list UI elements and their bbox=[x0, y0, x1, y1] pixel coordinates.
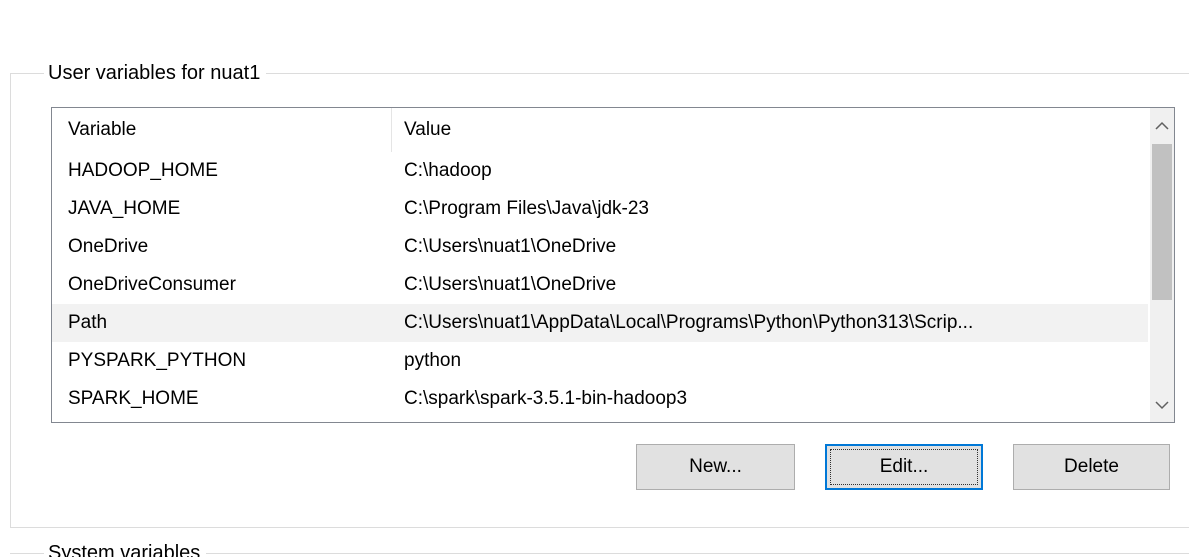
list-row-hadoop-home[interactable]: HADOOP_HOME C:\hadoop bbox=[52, 152, 1148, 190]
list-row-spark-home[interactable]: SPARK_HOME C:\spark\spark-3.5.1-bin-hado… bbox=[52, 380, 1148, 418]
row-variable: SPARK_HOME bbox=[68, 388, 199, 409]
chevron-up-icon[interactable] bbox=[1150, 110, 1174, 140]
row-variable: PYSPARK_PYTHON bbox=[68, 350, 247, 371]
list-rows: HADOOP_HOME C:\hadoop JAVA_HOME C:\Progr… bbox=[52, 152, 1150, 418]
user-variables-title: User variables for nuat1 bbox=[44, 60, 267, 86]
list-row-onedrive[interactable]: OneDrive C:\Users\nuat1\OneDrive bbox=[52, 228, 1148, 266]
environment-variables-dialog: User variables for nuat1 Variable Value … bbox=[0, 0, 1189, 557]
new-button[interactable]: New... bbox=[636, 444, 795, 490]
row-variable: Path bbox=[68, 312, 108, 333]
row-value: C:\hadoop bbox=[404, 160, 492, 181]
list-row-java-home[interactable]: JAVA_HOME C:\Program Files\Java\jdk-23 bbox=[52, 190, 1148, 228]
scrollbar-thumb[interactable] bbox=[1152, 144, 1172, 300]
column-header-value[interactable]: Value bbox=[392, 108, 1150, 152]
list-row-path[interactable]: Path C:\Users\nuat1\AppData\Local\Progra… bbox=[52, 304, 1148, 342]
delete-button[interactable]: Delete bbox=[1013, 444, 1170, 490]
row-variable: JAVA_HOME bbox=[68, 198, 181, 219]
row-value: C:\Program Files\Java\jdk-23 bbox=[404, 198, 649, 219]
focus-ring bbox=[830, 449, 978, 485]
user-variables-list[interactable]: Variable Value HADOOP_HOME C:\hadoop JAV… bbox=[51, 107, 1175, 423]
list-row-onedriveconsumer[interactable]: OneDriveConsumer C:\Users\nuat1\OneDrive bbox=[52, 266, 1148, 304]
system-variables-title: System variables bbox=[44, 540, 207, 557]
list-row-pyspark-python[interactable]: PYSPARK_PYTHON python bbox=[52, 342, 1148, 380]
column-header-variable[interactable]: Variable bbox=[52, 108, 392, 152]
chevron-down-icon[interactable] bbox=[1150, 390, 1174, 420]
edit-button[interactable]: Edit... bbox=[825, 444, 983, 490]
row-variable: OneDriveConsumer bbox=[68, 274, 236, 295]
row-value: C:\Users\nuat1\AppData\Local\Programs\Py… bbox=[404, 312, 974, 333]
row-value: C:\spark\spark-3.5.1-bin-hadoop3 bbox=[404, 388, 688, 409]
row-value: C:\Users\nuat1\OneDrive bbox=[404, 236, 617, 257]
list-header: Variable Value bbox=[52, 108, 1150, 152]
row-variable: HADOOP_HOME bbox=[68, 160, 218, 181]
row-value: C:\Users\nuat1\OneDrive bbox=[404, 274, 617, 295]
row-value: python bbox=[404, 350, 462, 371]
row-variable: OneDrive bbox=[68, 236, 149, 257]
vertical-scrollbar[interactable] bbox=[1150, 108, 1174, 422]
